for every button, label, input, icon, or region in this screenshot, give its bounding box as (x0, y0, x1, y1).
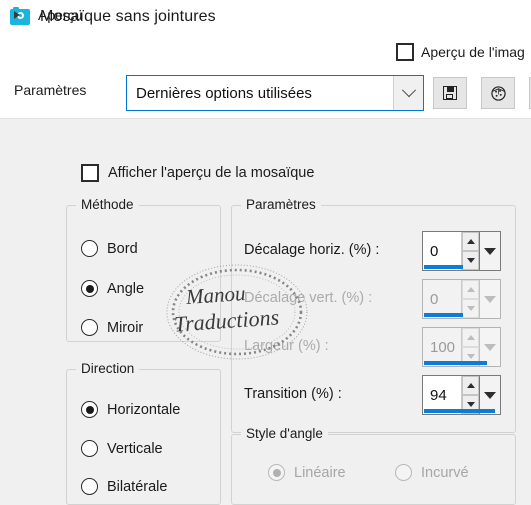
checkbox-box[interactable] (396, 43, 414, 61)
spinner-transition[interactable]: 94 (422, 375, 501, 415)
caret-down-icon (466, 258, 475, 263)
radio-label: Angle (107, 280, 145, 297)
style-angle-group: Style d'angle Linéaire Incurvé (231, 426, 516, 505)
radio-circle (395, 464, 412, 481)
radio-label: Incurvé (421, 464, 469, 481)
radio-methode-angle[interactable]: Angle (81, 280, 144, 297)
spinner-largeur: 100 (422, 327, 501, 367)
radio-label: Verticale (107, 440, 163, 457)
radio-circle[interactable] (81, 280, 98, 297)
spinner-up-button[interactable] (462, 376, 479, 395)
field-label: Largeur (%) : (244, 338, 329, 354)
spinner-up-button (462, 328, 479, 347)
radio-label: Horizontale (107, 401, 181, 418)
spinner-fill (424, 409, 495, 413)
radio-style-lineaire: Linéaire (268, 464, 346, 481)
radio-circle[interactable] (81, 401, 98, 418)
mosaic-preview-checkbox[interactable]: Afficher l'aperçu de la mosaïque (81, 164, 314, 182)
field-decalage-horiz: Décalage horiz. (%) : 0 (232, 231, 515, 271)
radio-circle[interactable] (81, 240, 98, 257)
save-preset-button[interactable] (433, 77, 467, 109)
triangle-right-icon (14, 11, 20, 19)
checkbox-box[interactable] (81, 164, 99, 182)
caret-down-large-icon (484, 247, 496, 255)
radio-label: Bord (107, 240, 138, 257)
caret-up-icon (466, 239, 475, 244)
caret-down-large-icon (484, 343, 496, 351)
spinner-track (424, 361, 499, 365)
field-label: Décalage vert. (%) : (244, 290, 373, 306)
caret-down-icon (466, 354, 475, 359)
field-label: Décalage horiz. (%) : (244, 242, 380, 258)
radio-direction-bilaterale[interactable]: Bilatérale (81, 478, 167, 495)
spinner-fill (424, 313, 463, 317)
caret-down-icon (466, 306, 475, 311)
caret-down-icon (466, 402, 475, 407)
radio-circle[interactable] (81, 319, 98, 336)
spinner-decalage-horiz[interactable]: 0 (422, 231, 501, 271)
mosaic-preview-label: Afficher l'aperçu de la mosaïque (108, 165, 315, 181)
randomize-button[interactable] (481, 77, 515, 109)
direction-group-title: Direction (76, 361, 140, 376)
preset-combobox[interactable]: Dernières options utilisées (126, 75, 424, 111)
image-preview-checkbox[interactable]: Aperçu de l'imag (396, 43, 525, 61)
radio-methode-bord[interactable]: Bord (81, 240, 138, 257)
caret-down-large-icon (484, 295, 496, 303)
settings-bar-label: Paramètres (14, 82, 87, 98)
field-label: Transition (%) : (244, 386, 342, 402)
chevron-down-icon[interactable] (393, 76, 423, 110)
radio-direction-verticale[interactable]: Verticale (81, 440, 163, 457)
field-decalage-vert: Décalage vert. (%) : 0 (232, 279, 515, 319)
dice-icon (490, 85, 506, 101)
spinner-up-button (462, 280, 479, 299)
chevron-glyph (401, 83, 416, 98)
radio-circle[interactable] (81, 440, 98, 457)
spinner-track (424, 313, 499, 317)
radio-methode-miroir[interactable]: Miroir (81, 319, 143, 336)
caret-up-icon (466, 287, 475, 292)
radio-label: Linéaire (294, 464, 346, 481)
radio-direction-horizontale[interactable]: Horizontale (81, 401, 180, 418)
caret-up-icon (466, 383, 475, 388)
radio-label: Bilatérale (107, 478, 168, 495)
spinner-fill (424, 361, 487, 365)
radio-circle[interactable] (81, 478, 98, 495)
caret-down-large-icon (484, 391, 496, 399)
methode-group: Méthode Bord Angle Miroir (66, 197, 221, 342)
preset-combobox-value: Dernières options utilisées (136, 84, 312, 102)
spinner-up-button[interactable] (462, 232, 479, 251)
spinner-track[interactable] (424, 409, 499, 413)
field-largeur: Largeur (%) : 100 (232, 327, 515, 367)
field-transition: Transition (%) : 94 (232, 375, 515, 415)
spinner-decalage-vert: 0 (422, 279, 501, 319)
parametres-group: Paramètres Décalage horiz. (%) : 0 Décal… (231, 197, 516, 433)
radio-circle (268, 464, 285, 481)
floppy-disk-icon (443, 86, 457, 100)
preview-expander[interactable]: Aperçu (14, 7, 82, 23)
radio-style-incurve: Incurvé (395, 464, 469, 481)
caret-up-icon (466, 335, 475, 340)
preview-expander-label: Aperçu (38, 7, 83, 23)
spinner-track[interactable] (424, 265, 499, 269)
spinner-fill (424, 265, 463, 269)
radio-label: Miroir (107, 319, 144, 336)
direction-group: Direction Horizontale Verticale Bilatéra… (66, 361, 221, 505)
parametres-group-title: Paramètres (241, 197, 321, 212)
image-preview-label: Aperçu de l'imag (421, 44, 525, 60)
methode-group-title: Méthode (76, 197, 139, 212)
style-angle-group-title: Style d'angle (241, 426, 328, 441)
